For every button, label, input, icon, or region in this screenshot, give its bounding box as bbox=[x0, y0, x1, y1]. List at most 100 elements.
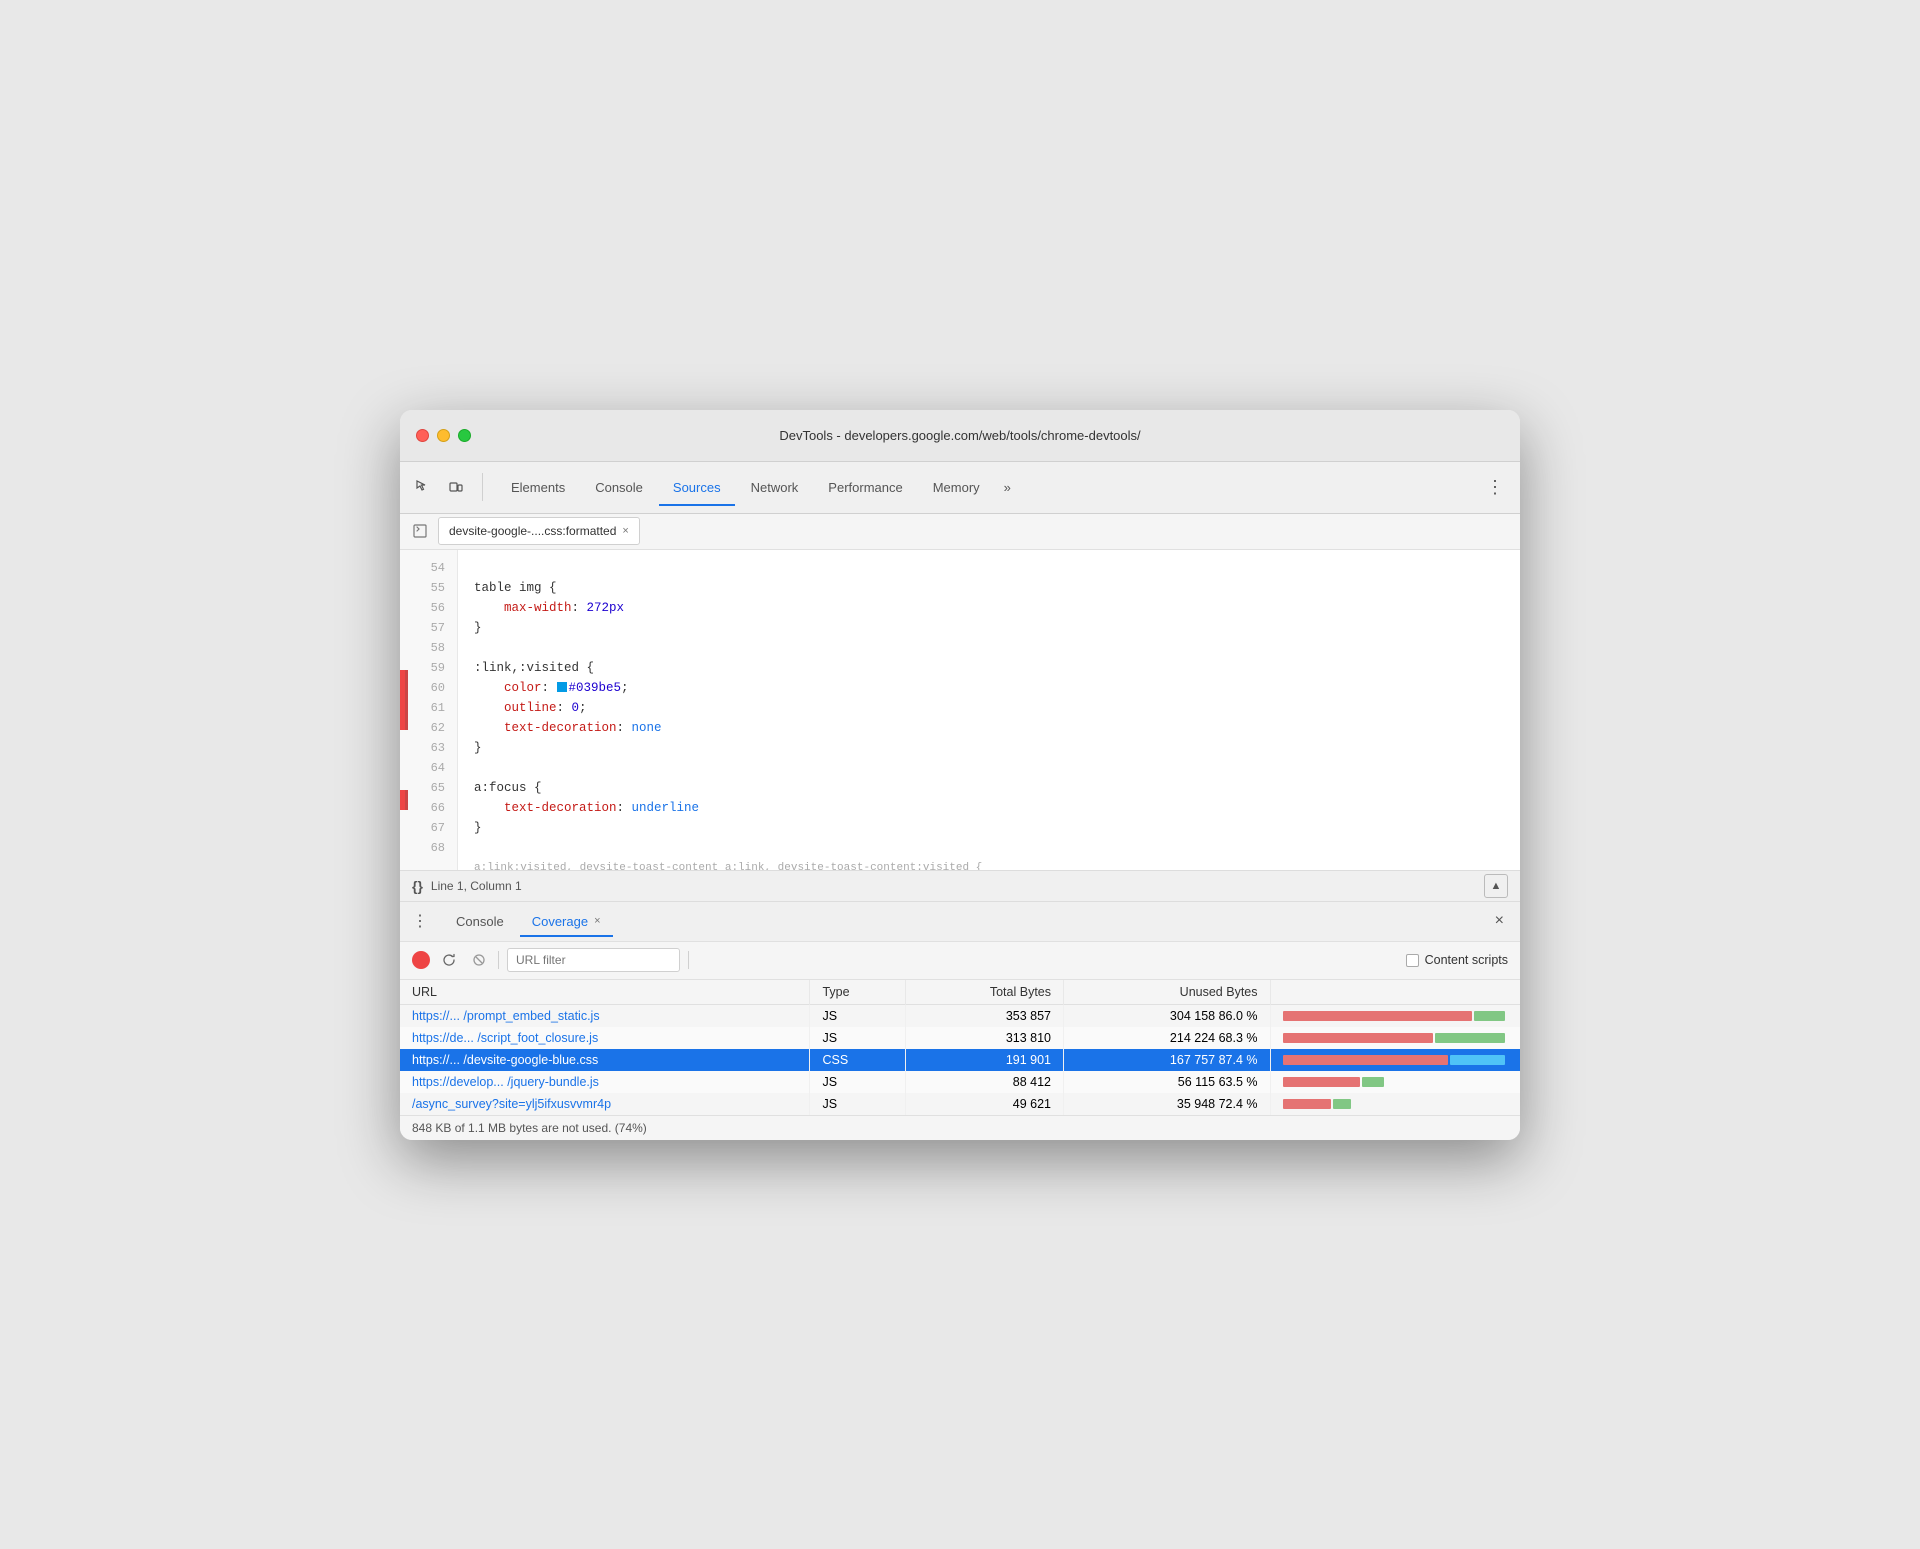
cursor-position: Line 1, Column 1 bbox=[431, 879, 522, 893]
coverage-table-container: URL Type Total Bytes Unused Bytes https:… bbox=[400, 980, 1520, 1115]
minimize-button[interactable] bbox=[437, 429, 450, 442]
code-line-60: color: #039be5; bbox=[474, 678, 1504, 698]
cell-bar bbox=[1270, 1004, 1520, 1027]
bar-used-segment bbox=[1362, 1077, 1384, 1087]
usage-bar bbox=[1283, 1054, 1509, 1066]
cell-total-bytes: 88 412 bbox=[906, 1071, 1064, 1093]
table-row[interactable]: https://de... /script_foot_closure.js JS… bbox=[400, 1027, 1520, 1049]
breakpoint-gutter bbox=[400, 550, 408, 870]
bottom-panel-menu-icon[interactable]: ⋮ bbox=[408, 909, 432, 933]
maximize-button[interactable] bbox=[458, 429, 471, 442]
bottom-panel-close-button[interactable]: × bbox=[1487, 912, 1512, 930]
bottom-tab-console[interactable]: Console bbox=[444, 906, 516, 936]
table-row[interactable]: https://... /prompt_embed_static.js JS 3… bbox=[400, 1004, 1520, 1027]
col-header-bar bbox=[1270, 980, 1520, 1005]
code-line-truncated: a:link:visited, devsite-toast-content a:… bbox=[474, 858, 1504, 870]
scroll-to-top-icon[interactable]: ▲ bbox=[1484, 874, 1508, 898]
content-scripts-text: Content scripts bbox=[1425, 953, 1508, 967]
inspect-icon[interactable] bbox=[408, 473, 436, 501]
cell-bar bbox=[1270, 1071, 1520, 1093]
table-row[interactable]: https://develop... /jquery-bundle.js JS … bbox=[400, 1071, 1520, 1093]
breakpoint-line-62 bbox=[400, 710, 408, 730]
device-icon[interactable] bbox=[442, 473, 470, 501]
breakpoint-line-61 bbox=[400, 690, 408, 710]
coverage-table-body: https://... /prompt_embed_static.js JS 3… bbox=[400, 1004, 1520, 1115]
file-tabbar: devsite-google-....css:formatted × bbox=[400, 514, 1520, 550]
cell-total-bytes: 353 857 bbox=[906, 1004, 1064, 1027]
bar-used-segment bbox=[1450, 1055, 1505, 1065]
code-line-64 bbox=[474, 758, 1504, 778]
bar-used-segment bbox=[1474, 1011, 1505, 1021]
col-header-type: Type bbox=[810, 980, 906, 1005]
cell-unused-bytes: 214 224 68.3 % bbox=[1064, 1027, 1271, 1049]
coverage-table: URL Type Total Bytes Unused Bytes https:… bbox=[400, 980, 1520, 1115]
cell-type: JS bbox=[810, 1093, 906, 1115]
tab-elements[interactable]: Elements bbox=[497, 469, 579, 505]
table-header-row: URL Type Total Bytes Unused Bytes bbox=[400, 980, 1520, 1005]
code-line-54 bbox=[474, 558, 1504, 578]
content-scripts-checkbox[interactable] bbox=[1406, 954, 1419, 967]
code-line-65: a:focus { bbox=[474, 778, 1504, 798]
titlebar: DevTools - developers.google.com/web/too… bbox=[400, 410, 1520, 462]
coverage-toolbar: Content scripts bbox=[400, 942, 1520, 980]
cell-total-bytes: 49 621 bbox=[906, 1093, 1064, 1115]
record-coverage-button[interactable] bbox=[412, 951, 430, 969]
traffic-lights bbox=[416, 429, 471, 442]
cell-url: /async_survey?site=ylj5ifxusvvmr4p bbox=[400, 1093, 810, 1115]
stop-coverage-button[interactable] bbox=[468, 949, 490, 971]
bar-unused-segment bbox=[1283, 1033, 1433, 1043]
cell-bar bbox=[1270, 1049, 1520, 1071]
tab-performance[interactable]: Performance bbox=[814, 469, 916, 505]
status-right: ▲ bbox=[1484, 874, 1508, 898]
file-tab-name: devsite-google-....css:formatted bbox=[449, 524, 616, 538]
tab-network[interactable]: Network bbox=[737, 469, 813, 505]
bottom-tab-coverage-label: Coverage bbox=[532, 914, 588, 929]
cell-type: CSS bbox=[810, 1049, 906, 1071]
file-tab-css[interactable]: devsite-google-....css:formatted × bbox=[438, 517, 640, 545]
coverage-footer: 848 KB of 1.1 MB bytes are not used. (74… bbox=[400, 1115, 1520, 1140]
code-line-62: text-decoration: none bbox=[474, 718, 1504, 738]
cell-url: https://de... /script_foot_closure.js bbox=[400, 1027, 810, 1049]
bottom-tab-coverage[interactable]: Coverage × bbox=[520, 906, 613, 936]
url-filter-input[interactable] bbox=[507, 948, 680, 972]
cell-bar bbox=[1270, 1093, 1520, 1115]
cell-type: JS bbox=[810, 1027, 906, 1049]
content-scripts-label: Content scripts bbox=[1406, 953, 1508, 967]
code-line-59: :link,:visited { bbox=[474, 658, 1504, 678]
devtools-window: DevTools - developers.google.com/web/too… bbox=[400, 410, 1520, 1140]
code-line-56: max-width: 272px bbox=[474, 598, 1504, 618]
cell-unused-bytes: 304 158 86.0 % bbox=[1064, 1004, 1271, 1027]
pretty-print-icon[interactable]: {} bbox=[412, 878, 423, 894]
col-header-url: URL bbox=[400, 980, 810, 1005]
cell-unused-bytes: 35 948 72.4 % bbox=[1064, 1093, 1271, 1115]
usage-bar bbox=[1283, 1010, 1509, 1022]
devtools-menu-button[interactable]: ⋮ bbox=[1478, 477, 1512, 498]
line-numbers: 54 55 56 57 58 59 60 61 62 63 64 65 66 6… bbox=[408, 550, 458, 870]
cell-url: https://... /prompt_embed_static.js bbox=[400, 1004, 810, 1027]
tab-memory[interactable]: Memory bbox=[919, 469, 994, 505]
cell-total-bytes: 313 810 bbox=[906, 1027, 1064, 1049]
toolbar-divider-2 bbox=[688, 951, 689, 969]
cell-type: JS bbox=[810, 1071, 906, 1093]
main-tabbar: Elements Console Sources Network Perform… bbox=[400, 462, 1520, 514]
code-editor[interactable]: 54 55 56 57 58 59 60 61 62 63 64 65 66 6… bbox=[400, 550, 1520, 870]
close-button[interactable] bbox=[416, 429, 429, 442]
file-tab-close-button[interactable]: × bbox=[622, 525, 628, 537]
table-row[interactable]: https://... /devsite-google-blue.css CSS… bbox=[400, 1049, 1520, 1071]
col-header-unused-bytes: Unused Bytes bbox=[1064, 980, 1271, 1005]
code-line-63: } bbox=[474, 738, 1504, 758]
tab-sources[interactable]: Sources bbox=[659, 469, 735, 505]
reload-coverage-button[interactable] bbox=[438, 949, 460, 971]
code-content: table img { max-width: 272px } :link,:vi… bbox=[458, 550, 1520, 870]
cell-url: https://develop... /jquery-bundle.js bbox=[400, 1071, 810, 1093]
code-line-68 bbox=[474, 838, 1504, 858]
bar-unused-segment bbox=[1283, 1055, 1448, 1065]
more-tabs-button[interactable]: » bbox=[996, 480, 1019, 495]
tab-console[interactable]: Console bbox=[581, 469, 657, 505]
coverage-tab-close-button[interactable]: × bbox=[594, 915, 600, 927]
usage-bar bbox=[1283, 1032, 1509, 1044]
bottom-tabbar: ⋮ Console Coverage × × bbox=[400, 902, 1520, 942]
table-row[interactable]: /async_survey?site=ylj5ifxusvvmr4p JS 49… bbox=[400, 1093, 1520, 1115]
bar-unused-segment bbox=[1283, 1011, 1472, 1021]
bar-unused-segment bbox=[1283, 1099, 1331, 1109]
